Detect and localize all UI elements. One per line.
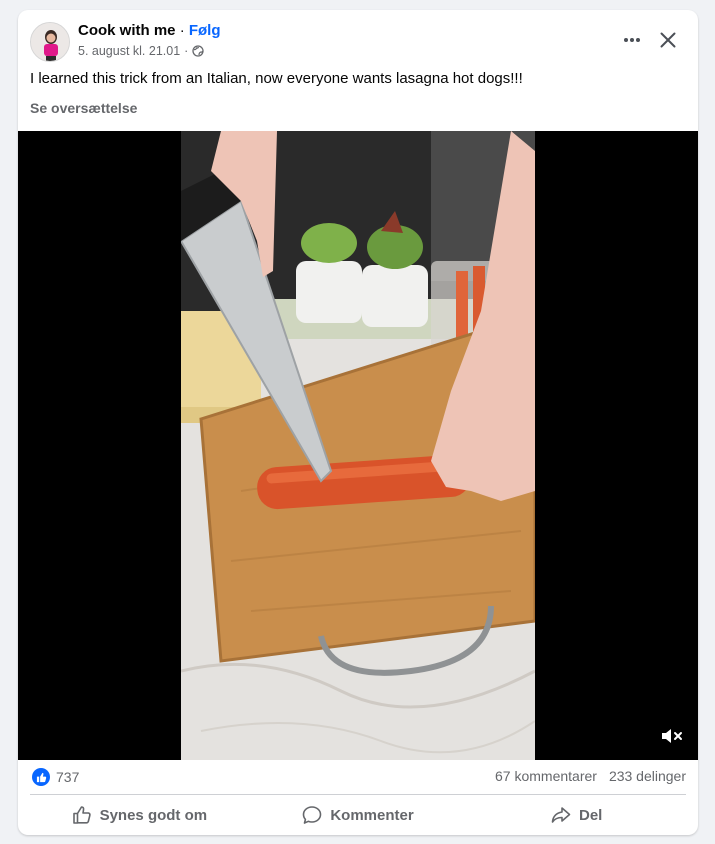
comments-count[interactable]: 67 kommentarer [495,768,597,784]
action-bar: Synes godt om Kommenter Del [30,798,686,832]
post-meta: 5. august kl. 21.01 · [78,43,204,59]
globe-icon[interactable] [192,45,204,57]
engagement-counts: 67 kommentarer 233 delinger [495,768,686,784]
author-line: Cook with me · Følg [78,22,221,40]
share-label: Del [579,806,603,824]
close-icon [660,32,676,48]
post-stats: 737 67 kommentarer 233 delinger [18,762,698,794]
thumbs-up-icon [32,768,50,786]
share-arrow-icon [551,807,571,823]
post-card: Cook with me · Følg 5. august kl. 21.01 … [18,10,698,835]
more-options-button[interactable] [618,26,646,54]
follow-button[interactable]: Følg [189,22,221,39]
video-player[interactable] [18,131,698,760]
muted-speaker-icon [662,729,682,743]
likes-count: 737 [56,769,80,785]
speech-bubble-icon [303,806,322,824]
mute-button[interactable] [658,722,686,750]
meta-separator: · [184,44,189,58]
post-timestamp[interactable]: 5. august kl. 21.01 [78,43,180,59]
post-text: I learned this trick from an Italian, no… [30,70,523,87]
avatar[interactable] [30,22,70,62]
author-separator: · [179,22,185,39]
action-divider [30,794,686,795]
comment-button[interactable]: Kommenter [249,798,468,832]
close-button[interactable] [652,24,684,56]
author-name[interactable]: Cook with me [78,22,176,39]
thumbs-up-outline-icon [72,806,91,824]
share-button[interactable]: Del [467,798,686,832]
reactions-summary[interactable]: 737 [32,768,79,786]
post-header: Cook with me · Følg 5. august kl. 21.01 … [18,10,698,70]
like-button[interactable]: Synes godt om [30,798,249,832]
shares-count[interactable]: 233 delinger [609,768,686,784]
like-label: Synes godt om [99,806,208,824]
comment-label: Kommenter [330,806,414,824]
see-translation-link[interactable]: Se oversættelse [30,100,137,116]
video-frame [181,131,535,760]
more-icon [624,38,640,42]
